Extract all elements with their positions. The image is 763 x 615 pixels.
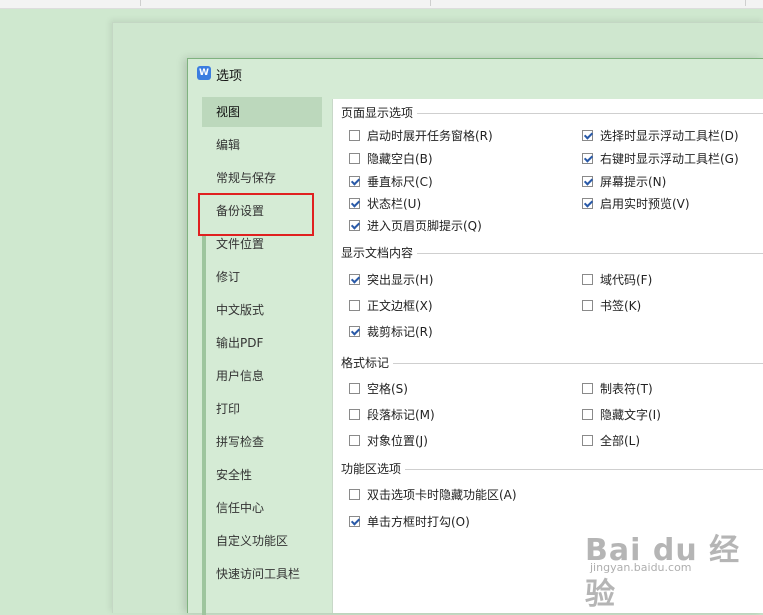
option-float-toolbar-on-select[interactable]: 选择时显示浮动工具栏(D)	[582, 126, 739, 144]
section-divider	[405, 469, 763, 470]
checkbox[interactable]	[349, 488, 360, 500]
option-label: 制表符(T)	[600, 381, 653, 396]
checkbox[interactable]	[582, 434, 593, 446]
checkbox[interactable]	[349, 175, 360, 187]
option-label: 单击方框时打勾(O)	[367, 514, 470, 529]
section-title-page-display: 页面显示选项	[341, 106, 414, 120]
sidebar-item-security[interactable]: 安全性	[202, 460, 322, 490]
checkbox[interactable]	[349, 219, 360, 231]
checkbox[interactable]	[349, 325, 360, 337]
checkbox[interactable]	[582, 382, 593, 394]
option-label: 正文边框(X)	[367, 298, 433, 313]
option-label: 全部(L)	[600, 433, 641, 448]
sidebar-item-spellcheck[interactable]: 拼写检查	[202, 427, 322, 457]
option-label: 启动时展开任务窗格(R)	[367, 128, 493, 143]
checkbox[interactable]	[349, 382, 360, 394]
checkbox[interactable]	[349, 434, 360, 446]
option-double-click-hide-ribbon[interactable]: 双击选项卡时隐藏功能区(A)	[349, 485, 517, 503]
option-text-boundaries[interactable]: 正文边框(X)	[349, 296, 433, 314]
annotation-highlight-box	[198, 193, 314, 236]
checkbox[interactable]	[349, 129, 360, 141]
option-label: 启用实时预览(V)	[600, 196, 690, 211]
section-title-ribbon: 功能区选项	[341, 462, 402, 476]
sidebar-item-quick-access-toolbar[interactable]: 快速访问工具栏	[202, 559, 322, 589]
option-label: 空格(S)	[367, 381, 408, 396]
option-label: 进入页眉页脚提示(Q)	[367, 218, 482, 233]
toolbar-divider	[140, 0, 141, 6]
option-label: 对象位置(J)	[367, 433, 428, 448]
dialog-titlebar[interactable]: W 选项	[188, 59, 763, 87]
section-title-format-marks: 格式标记	[341, 356, 390, 370]
checkbox[interactable]	[582, 152, 593, 164]
sidebar-item-revision[interactable]: 修订	[202, 262, 322, 292]
section-divider	[417, 113, 763, 114]
checkbox[interactable]	[349, 408, 360, 420]
option-screen-tips[interactable]: 屏幕提示(N)	[582, 172, 666, 190]
option-hide-whitespace[interactable]: 隐藏空白(B)	[349, 149, 433, 167]
sidebar-item-print[interactable]: 打印	[202, 394, 322, 424]
wps-writer-icon: W	[197, 66, 211, 80]
option-highlight[interactable]: 突出显示(H)	[349, 270, 433, 288]
option-paragraph-marks[interactable]: 段落标记(M)	[349, 405, 435, 423]
option-label: 右键时显示浮动工具栏(G)	[600, 151, 739, 166]
option-bookmarks[interactable]: 书签(K)	[582, 296, 641, 314]
checkbox[interactable]	[349, 515, 360, 527]
option-label: 突出显示(H)	[367, 272, 434, 287]
option-object-anchors[interactable]: 对象位置(J)	[349, 431, 428, 449]
option-label: 双击选项卡时隐藏功能区(A)	[367, 487, 517, 502]
option-float-toolbar-on-right-click[interactable]: 右键时显示浮动工具栏(G)	[582, 149, 739, 167]
option-live-preview[interactable]: 启用实时预览(V)	[582, 194, 690, 212]
top-toolbar-strip	[0, 0, 763, 9]
option-show-all-marks[interactable]: 全部(L)	[582, 431, 640, 449]
sidebar-item-customize-ribbon[interactable]: 自定义功能区	[202, 526, 322, 556]
option-expand-task-pane[interactable]: 启动时展开任务窗格(R)	[349, 126, 493, 144]
section-divider	[417, 253, 763, 254]
options-sidebar: 视图 编辑 常规与保存 备份设置 文件位置 修订 中文版式 输出PDF 用户信息…	[202, 95, 324, 615]
baidu-jingyan-watermark: Bai du 经验 jingyan.baidu.com	[585, 525, 763, 613]
option-label: 段落标记(M)	[367, 407, 435, 422]
sidebar-item-export-pdf[interactable]: 输出PDF	[202, 328, 322, 358]
option-label: 域代码(F)	[600, 272, 653, 287]
checkbox[interactable]	[349, 152, 360, 164]
option-hidden-text[interactable]: 隐藏文字(I)	[582, 405, 661, 423]
toolbar-divider	[430, 0, 431, 6]
checkbox[interactable]	[349, 299, 360, 311]
option-label: 屏幕提示(N)	[600, 174, 667, 189]
option-tab-characters[interactable]: 制表符(T)	[582, 379, 653, 397]
sidebar-item-edit[interactable]: 编辑	[202, 130, 322, 160]
option-click-box-to-check[interactable]: 单击方框时打勾(O)	[349, 512, 470, 530]
sidebar-item-view[interactable]: 视图	[202, 97, 322, 127]
checkbox[interactable]	[582, 129, 593, 141]
option-label: 状态栏(U)	[367, 196, 422, 211]
option-crop-marks[interactable]: 裁剪标记(R)	[349, 322, 433, 340]
checkbox[interactable]	[349, 197, 360, 209]
checkbox[interactable]	[582, 408, 593, 420]
option-label: 垂直标尺(C)	[367, 174, 433, 189]
toolbar-divider	[745, 0, 746, 6]
sidebar-item-general-save[interactable]: 常规与保存	[202, 163, 322, 193]
section-divider	[393, 363, 763, 364]
option-label: 选择时显示浮动工具栏(D)	[600, 128, 739, 143]
option-status-bar[interactable]: 状态栏(U)	[349, 194, 421, 212]
sidebar-item-chinese-layout[interactable]: 中文版式	[202, 295, 322, 325]
option-label: 裁剪标记(R)	[367, 324, 433, 339]
option-label: 隐藏空白(B)	[367, 151, 433, 166]
option-field-codes[interactable]: 域代码(F)	[582, 270, 652, 288]
option-label: 隐藏文字(I)	[600, 407, 661, 422]
checkbox[interactable]	[582, 299, 593, 311]
watermark-url: jingyan.baidu.com	[590, 561, 692, 574]
option-spaces[interactable]: 空格(S)	[349, 379, 408, 397]
checkbox[interactable]	[582, 175, 593, 187]
sidebar-scrollbar[interactable]	[202, 235, 206, 615]
option-vertical-ruler[interactable]: 垂直标尺(C)	[349, 172, 433, 190]
dialog-title: 选项	[216, 69, 243, 84]
checkbox[interactable]	[582, 273, 593, 285]
checkbox[interactable]	[349, 273, 360, 285]
checkbox[interactable]	[582, 197, 593, 209]
section-title-doc-content: 显示文档内容	[341, 246, 414, 260]
sidebar-item-user-info[interactable]: 用户信息	[202, 361, 322, 391]
sidebar-item-trust-center[interactable]: 信任中心	[202, 493, 322, 523]
option-label: 书签(K)	[600, 298, 642, 313]
option-header-footer-hint[interactable]: 进入页眉页脚提示(Q)	[349, 216, 482, 234]
